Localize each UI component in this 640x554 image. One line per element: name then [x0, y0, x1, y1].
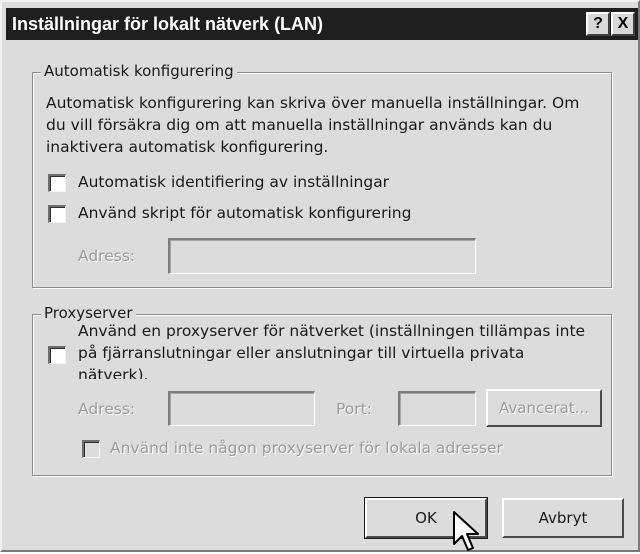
- cancel-button[interactable]: Avbryt: [502, 498, 624, 538]
- use-proxy-label-line-3[interactable]: nätverk).: [78, 365, 148, 379]
- close-button[interactable]: X: [611, 12, 635, 36]
- proxy-port-field[interactable]: [398, 391, 476, 426]
- auto-config-legend: Automatisk konfigurering: [41, 62, 237, 80]
- mouse-pointer-icon: [453, 511, 479, 551]
- proxy-address-label: Adress:: [78, 400, 136, 418]
- use-proxy-label-line-2[interactable]: på fjärranslutningar eller anslutningar …: [78, 343, 524, 364]
- detect-settings-label[interactable]: Automatisk identifiering av inställninga…: [78, 172, 389, 193]
- bypass-local-checkbox[interactable]: [82, 440, 100, 458]
- auto-config-description-line-3: inaktivera automatisk konfigurering.: [46, 138, 329, 156]
- use-script-label[interactable]: Använd skript för automatisk konfigureri…: [78, 203, 411, 224]
- proxy-legend: Proxyserver: [41, 304, 136, 322]
- lan-settings-dialog: Inställningar för lokalt nätverk (LAN) ?…: [0, 0, 640, 552]
- proxy-address-field[interactable]: [168, 391, 315, 426]
- help-button[interactable]: ?: [586, 12, 610, 36]
- script-address-field[interactable]: [168, 238, 476, 274]
- use-proxy-label-line-1[interactable]: Använd en proxyserver för nätverket (ins…: [78, 321, 585, 342]
- dialog-title: Inställningar för lokalt nätverk (LAN): [12, 13, 324, 34]
- title-bar[interactable]: Inställningar för lokalt nätverk (LAN) ?…: [6, 8, 638, 40]
- auto-config-description-line-2: du vill försäkra dig om att manuella ins…: [46, 116, 553, 134]
- proxy-port-label: Port:: [336, 400, 372, 418]
- auto-config-description-line-1: Automatisk konfigurering kan skriva över…: [46, 94, 580, 112]
- use-proxy-checkbox[interactable]: [48, 346, 66, 364]
- bypass-local-label[interactable]: Använd inte någon proxyserver för lokala…: [110, 438, 503, 459]
- use-script-checkbox[interactable]: [48, 205, 66, 223]
- script-address-label: Adress:: [78, 247, 136, 265]
- detect-settings-checkbox[interactable]: [48, 174, 66, 192]
- advanced-button[interactable]: Avancerat...: [486, 389, 602, 427]
